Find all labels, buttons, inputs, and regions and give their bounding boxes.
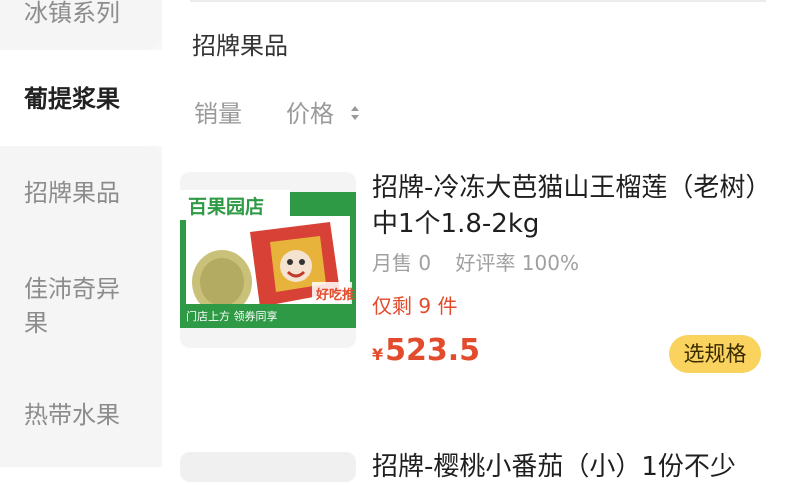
section-title: 招牌果品: [192, 32, 288, 60]
sidebar-item-label: 热带水果: [24, 401, 120, 429]
currency-symbol: ¥: [372, 345, 384, 364]
monthly-sales: 月售 0: [372, 251, 432, 275]
price: ¥523.5: [372, 333, 480, 368]
divider: [190, 0, 766, 2]
sidebar-item-label: 佳沛奇异果: [24, 275, 120, 337]
promo-banner-label: 门店上方 领券同享: [186, 309, 278, 323]
sort-by-price[interactable]: 价格: [286, 94, 360, 129]
select-spec-button[interactable]: 选规格: [669, 335, 761, 373]
product-stats: 月售 0 好评率 100%: [372, 247, 597, 276]
product-title[interactable]: 招牌-冷冻大芭猫山王榴莲（老树）中1个1.8-2kg: [372, 170, 764, 242]
sort-sales-label: 销量: [194, 100, 242, 128]
sidebar-item-grapes-berries[interactable]: 葡提浆果: [0, 50, 162, 146]
sort-arrows-icon: [350, 104, 360, 122]
rating: 好评率 100%: [455, 251, 579, 275]
sidebar-item-signature-fruits[interactable]: 招牌果品: [0, 146, 162, 240]
product-image[interactable]: 百果园店 好吃推荐 门店上方 领券同享: [180, 172, 356, 348]
sidebar-item-label: 葡提浆果: [24, 85, 120, 113]
category-sidebar: 冰镇系列 葡提浆果 招牌果品 佳沛奇异果 热带水果: [0, 0, 162, 467]
sort-price-label: 价格: [286, 100, 334, 128]
sidebar-item-tropical-fruits[interactable]: 热带水果: [0, 370, 162, 467]
sidebar-item-label: 招牌果品: [24, 179, 120, 207]
badge-label: 好吃推荐: [315, 287, 356, 303]
price-value: 523.5: [385, 333, 481, 368]
product-image[interactable]: [180, 452, 356, 482]
sidebar-item-label: 冰镇系列: [24, 0, 120, 27]
sidebar-item-iced[interactable]: 冰镇系列: [0, 0, 162, 50]
product-title[interactable]: 招牌-樱桃小番茄（小）1份不少: [372, 449, 772, 485]
sort-by-sales[interactable]: 销量: [194, 94, 242, 129]
sidebar-item-zespri-kiwi[interactable]: 佳沛奇异果: [0, 240, 162, 370]
brand-label: 百果园店: [188, 195, 264, 218]
stock-remaining: 仅剩 9 件: [372, 294, 458, 318]
